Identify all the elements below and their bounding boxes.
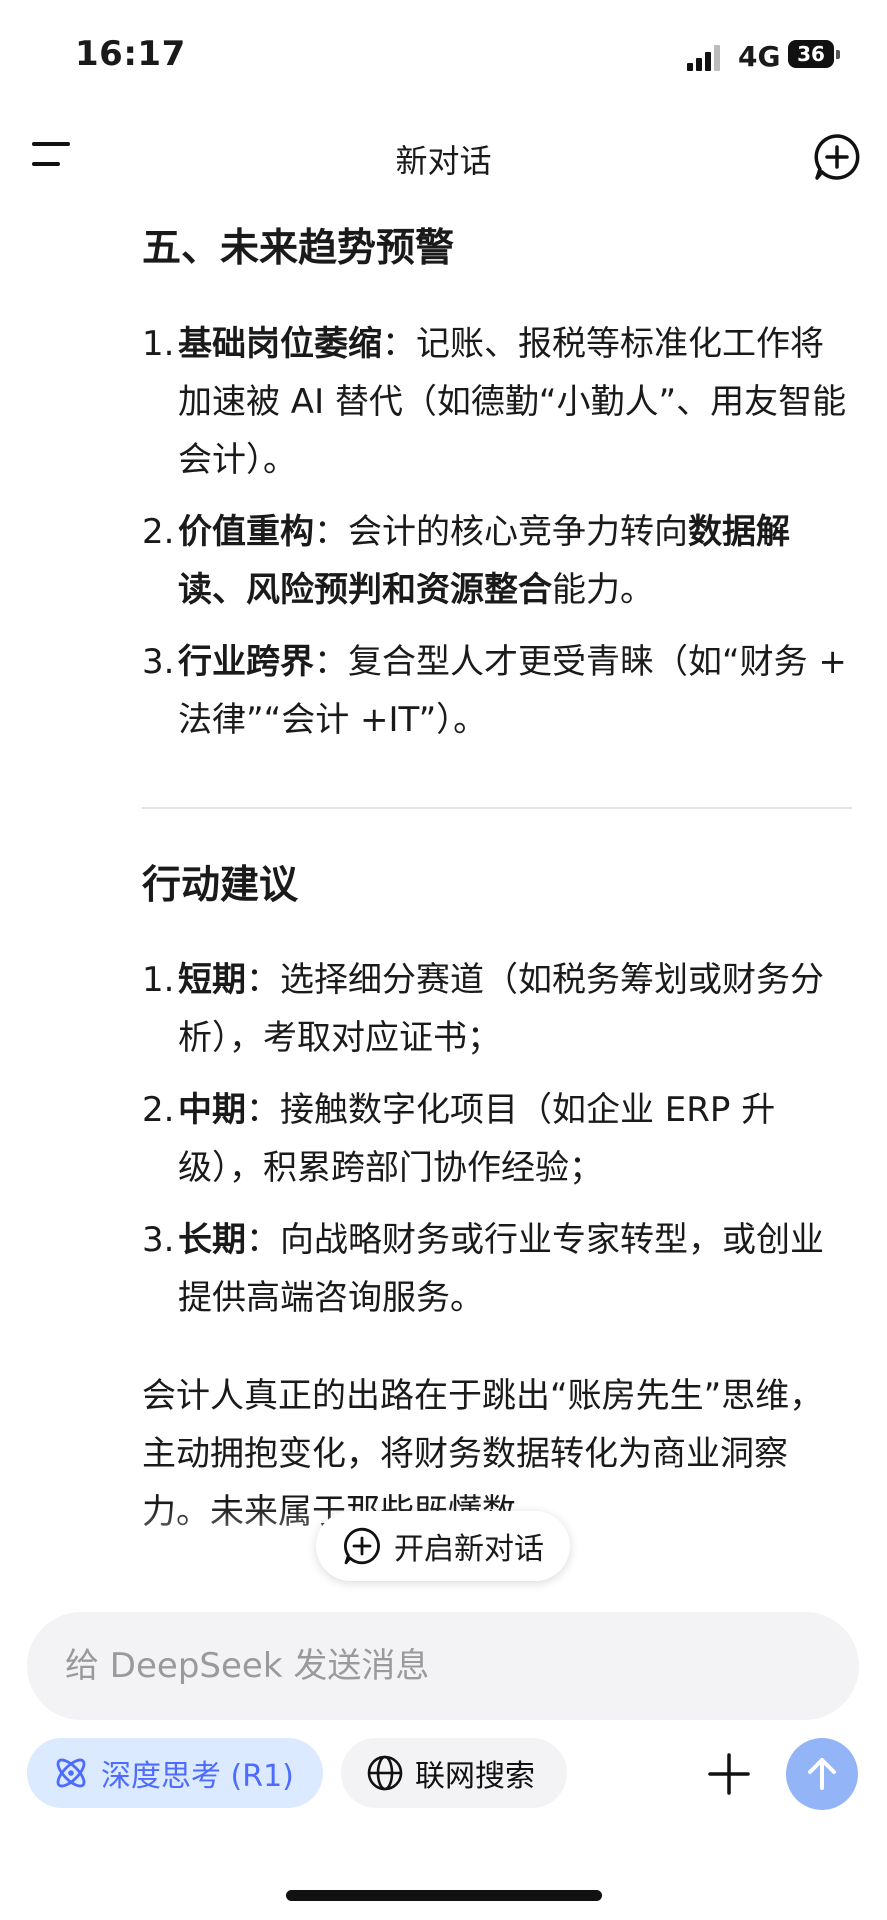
item-keyword: 行业跨界 bbox=[178, 641, 314, 682]
item-keyword: 中期 bbox=[178, 1090, 246, 1131]
section-actions: 行动建议 1. 短期：选择细分赛道（如税务筹划或财务分析），考取对应证书； 2.… bbox=[142, 859, 852, 1328]
item-keyword: 长期 bbox=[178, 1220, 246, 1261]
item-text: ：选择细分赛道（如税务筹划或财务分析），考取对应证书； bbox=[178, 960, 824, 1059]
battery-tip bbox=[836, 50, 840, 59]
status-time: 16:17 bbox=[75, 34, 186, 74]
battery-icon: 36 bbox=[788, 40, 834, 68]
deep-think-toggle[interactable]: 深度思考 (R1) bbox=[27, 1738, 323, 1808]
start-new-chat-button[interactable]: 开启新对话 bbox=[316, 1511, 570, 1581]
list-number: 2. bbox=[142, 1090, 175, 1131]
list-number: 3. bbox=[142, 641, 175, 682]
new-chat-icon bbox=[814, 134, 860, 180]
list-item: 3. 长期：向战略财务或行业专家转型，或创业提供高端咨询服务。 bbox=[142, 1211, 852, 1327]
plus-icon bbox=[708, 1753, 750, 1795]
message-input[interactable] bbox=[27, 1612, 859, 1720]
start-new-chat-label: 开启新对话 bbox=[394, 1532, 544, 1567]
item-text: ：向战略财务或行业专家转型，或创业提供高端咨询服务。 bbox=[178, 1220, 824, 1319]
send-button[interactable] bbox=[786, 1738, 858, 1810]
list-item: 1. 短期：选择细分赛道（如税务筹划或财务分析），考取对应证书； bbox=[142, 951, 852, 1067]
battery-level: 36 bbox=[797, 42, 825, 66]
deep-think-label: 深度思考 (R1) bbox=[101, 1759, 294, 1794]
actions-list: 1. 短期：选择细分赛道（如税务筹划或财务分析），考取对应证书； 2. 中期：接… bbox=[142, 951, 852, 1327]
section-trends: 五、未来趋势预警 1. 基础岗位萎缩：记账、报税等标准化工作将加速被 AI 替代… bbox=[142, 222, 852, 749]
web-search-toggle[interactable]: 联网搜索 bbox=[341, 1738, 567, 1808]
item-keyword: 基础岗位萎缩 bbox=[178, 323, 382, 364]
trends-list: 1. 基础岗位萎缩：记账、报税等标准化工作将加速被 AI 替代（如德勤“小勤人”… bbox=[142, 315, 852, 749]
new-chat-button[interactable] bbox=[812, 132, 862, 182]
item-text: ：会计的核心竞争力转向 bbox=[314, 511, 688, 552]
atom-icon bbox=[56, 1758, 86, 1788]
list-item: 3. 行业跨界：复合型人才更受青睐（如“财务 + 法律”“会计 +IT”）。 bbox=[142, 633, 852, 749]
list-item: 1. 基础岗位萎缩：记账、报税等标准化工作将加速被 AI 替代（如德勤“小勤人”… bbox=[142, 315, 852, 489]
section-heading: 行动建议 bbox=[142, 862, 299, 908]
list-number: 3. bbox=[142, 1220, 175, 1261]
page-title: 新对话 bbox=[395, 142, 492, 180]
globe-icon bbox=[367, 1755, 403, 1791]
network-type: 4G bbox=[738, 40, 781, 73]
list-number: 2. bbox=[142, 511, 175, 552]
arrow-up-icon bbox=[808, 1758, 836, 1790]
message-content: 五、未来趋势预警 1. 基础岗位萎缩：记账、报税等标准化工作将加速被 AI 替代… bbox=[142, 222, 852, 1575]
item-text: ：接触数字化项目（如企业 ERP 升级），积累跨部门协作经验； bbox=[178, 1090, 776, 1189]
item-text: 能力。 bbox=[552, 569, 654, 610]
list-item: 2. 中期：接触数字化项目（如企业 ERP 升级），积累跨部门协作经验； bbox=[142, 1081, 852, 1197]
item-keyword: 短期 bbox=[178, 960, 246, 1001]
list-number: 1. bbox=[142, 960, 175, 1001]
new-chat-icon bbox=[343, 1527, 380, 1565]
list-number: 1. bbox=[142, 323, 175, 364]
section-heading: 五、未来趋势预警 bbox=[142, 226, 455, 271]
list-item: 2. 价值重构：会计的核心竞争力转向数据解读、风险预判和资源整合能力。 bbox=[142, 503, 852, 619]
item-keyword: 价值重构 bbox=[178, 511, 314, 552]
signal-icon bbox=[687, 45, 723, 71]
attach-button[interactable] bbox=[705, 1750, 753, 1798]
home-indicator bbox=[286, 1890, 602, 1901]
web-search-label: 联网搜索 bbox=[415, 1759, 535, 1794]
divider bbox=[142, 806, 852, 809]
